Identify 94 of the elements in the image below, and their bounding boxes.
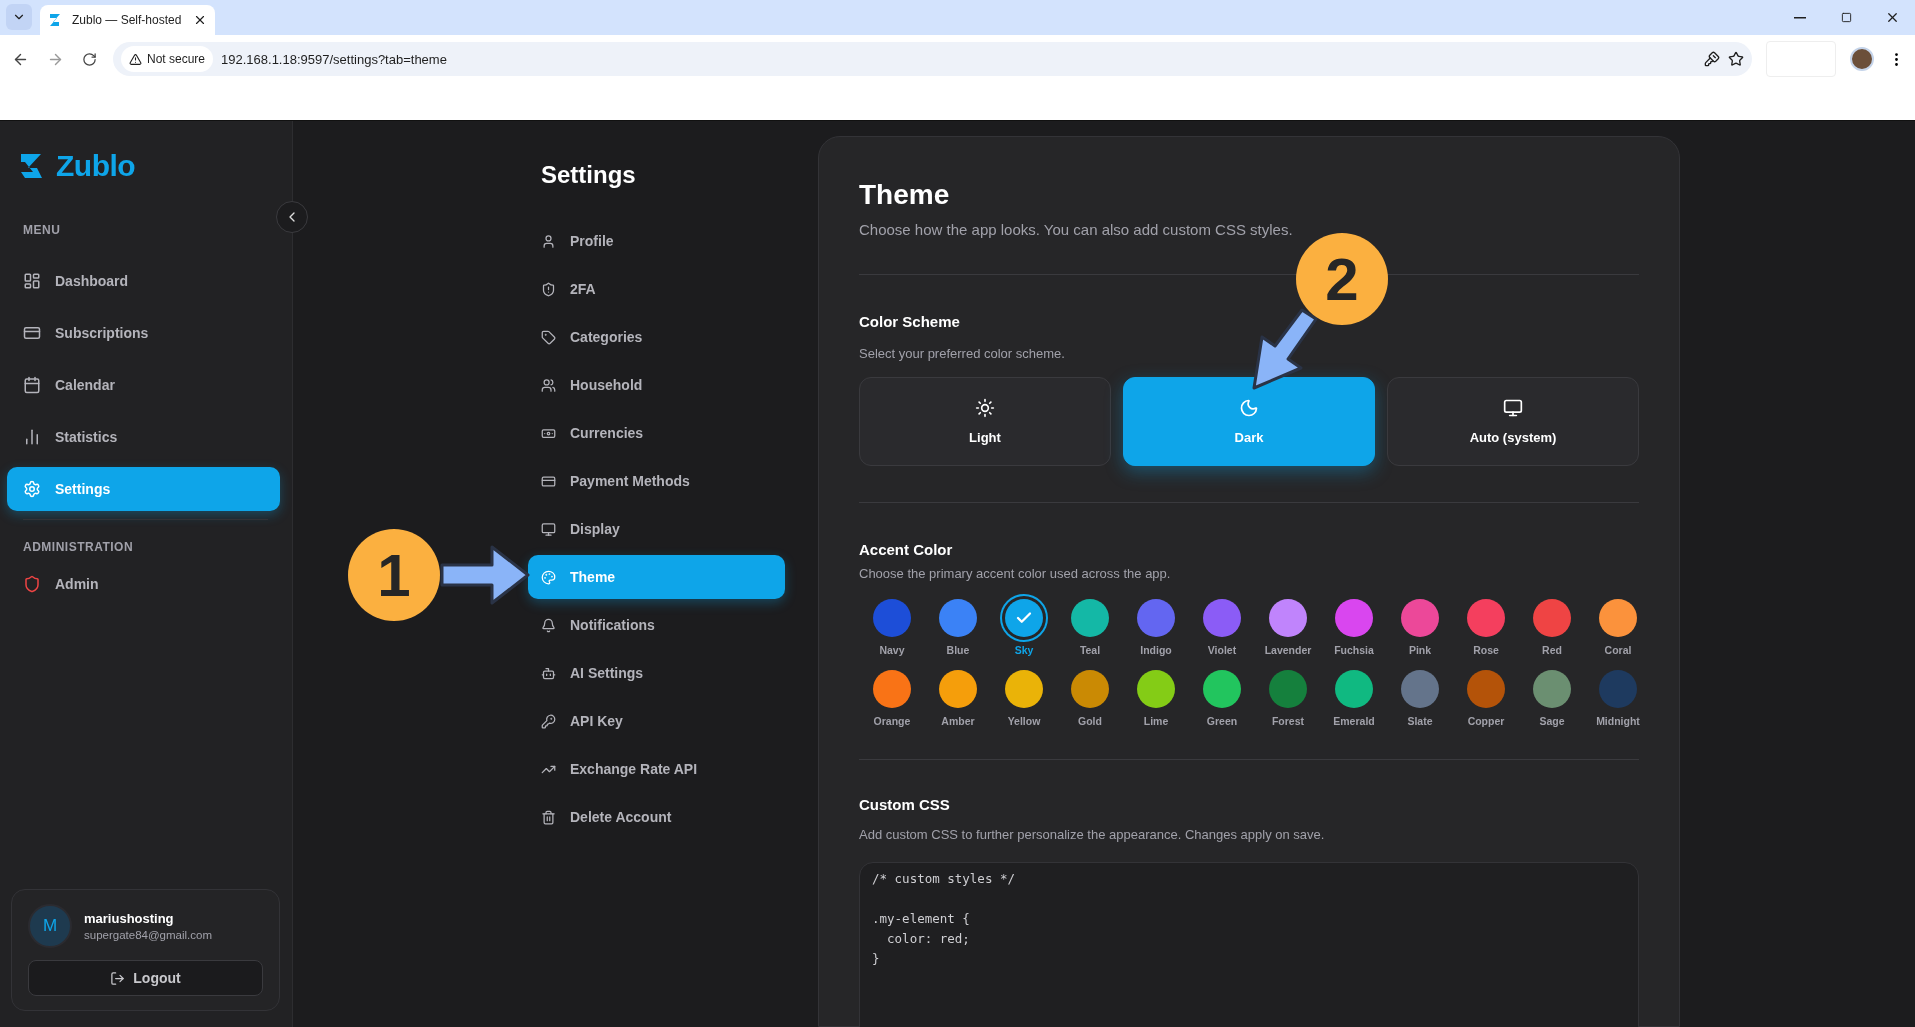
restore-icon (1840, 12, 1852, 23)
moon-icon (1239, 398, 1259, 418)
settings-title: Settings (541, 161, 637, 189)
monitor-icon (1503, 398, 1523, 418)
profile-avatar-icon[interactable] (1850, 47, 1874, 71)
settings-nav-item[interactable]: Display (528, 507, 785, 551)
swatch-label: Blue (946, 644, 970, 656)
page-description: Choose how the app looks. You can also add custom CSS styles. (859, 221, 1294, 238)
logout-button[interactable]: Logout (28, 960, 263, 996)
settings-nav-item[interactable]: Delete Account (528, 795, 785, 839)
tag-icon (541, 329, 556, 345)
swatch-label: Midnight (1596, 715, 1640, 727)
swatch-label: Teal (1079, 644, 1101, 656)
swatch-label: Lavender (1264, 644, 1312, 656)
settings-nav-item[interactable]: AI Settings (528, 651, 785, 695)
swatch-label: Red (1542, 644, 1562, 656)
swatch-label: Pink (1408, 644, 1432, 656)
card-icon (541, 473, 556, 489)
swatch-label: Fuchsia (1334, 644, 1374, 656)
section-heading: MENU (22, 223, 62, 237)
settings-nav-item[interactable]: API Key (528, 699, 785, 743)
swatch-label: Sage (1539, 715, 1565, 727)
tab-list-button[interactable] (6, 4, 32, 30)
swatch-label: Rose (1473, 644, 1499, 656)
user-name: mariushosting (84, 911, 175, 926)
section-description: Add custom CSS to further personalize the appearance. Changes apply on save. (859, 827, 1326, 842)
settings-nav-item[interactable]: Currencies (528, 411, 785, 455)
swatch-label: Orange (873, 715, 911, 727)
bar-chart-icon (23, 428, 41, 446)
section-title: Accent Color (859, 541, 954, 558)
swatch-label: Violet (1207, 644, 1237, 656)
shield-icon (541, 281, 556, 297)
settings-nav-item[interactable]: Household (528, 363, 785, 407)
sidebar-item[interactable]: Subscriptions (7, 311, 280, 355)
shield-icon (23, 575, 41, 593)
password-key-icon[interactable] (1704, 51, 1720, 67)
swatch-label: Yellow (1007, 715, 1041, 727)
swatch-label: Copper (1467, 715, 1505, 727)
section-description: Select your preferred color scheme. (859, 346, 1066, 361)
dashboard-icon (23, 272, 41, 290)
swatch-label: Green (1206, 715, 1238, 727)
warning-icon (129, 52, 142, 66)
browser-tab[interactable]: Zublo — Self-hosted (40, 5, 215, 35)
swatch-label: Amber (941, 715, 975, 727)
swatch-label: Gold (1078, 715, 1102, 727)
swatch-label: Forest (1271, 715, 1305, 727)
settings-icon (23, 480, 41, 498)
swatch-label: Navy (879, 644, 905, 656)
settings-nav-item[interactable]: Exchange Rate API (528, 747, 785, 791)
sidebar-item[interactable]: Dashboard (7, 259, 280, 303)
page-title: Theme (859, 179, 951, 211)
settings-nav-item[interactable]: Payment Methods (528, 459, 785, 503)
swatch-label: Emerald (1333, 715, 1375, 727)
sun-icon (975, 398, 995, 418)
card-icon (23, 324, 41, 342)
trash-icon (541, 809, 556, 825)
user-icon (541, 233, 556, 249)
section-description: Choose the primary accent color used across the app. (859, 566, 1172, 581)
key-icon (541, 713, 556, 729)
swatch-label: Sky (1014, 644, 1034, 656)
palette-icon (541, 569, 556, 585)
app-logo: Zublo (56, 149, 136, 183)
logout-icon (110, 970, 126, 986)
address-bar[interactable]: Not secure 192.168.1.18:9597/settings?tab=theme (113, 42, 1752, 76)
security-chip[interactable]: Not secure (121, 46, 214, 72)
users-icon (541, 377, 556, 393)
section-heading: ADMINISTRATION (22, 540, 135, 554)
settings-nav-item[interactable]: 2FA (528, 267, 785, 311)
sidebar-item[interactable]: Calendar (7, 363, 280, 407)
settings-nav-item[interactable]: Profile (528, 219, 785, 263)
settings-nav-item[interactable]: Notifications (528, 603, 785, 647)
close-icon[interactable] (193, 13, 207, 27)
bookmark-star-icon[interactable] (1728, 51, 1744, 67)
swatch-label: Lime (1143, 715, 1169, 727)
robot-icon (541, 665, 556, 681)
sidebar-item[interactable]: Admin (7, 562, 280, 606)
custom-css-field[interactable]: /* custom styles */ .my-element { color: red; } (859, 862, 1639, 1027)
section-title: Custom CSS (859, 796, 951, 813)
minimize-icon (1794, 16, 1806, 19)
calendar-icon (23, 376, 41, 394)
section-title: Color Scheme (859, 313, 961, 330)
color-scheme-option[interactable]: Light (859, 377, 1111, 466)
collapse-button[interactable] (276, 201, 308, 233)
user-email: supergate84@gmail.com (84, 929, 213, 941)
color-scheme-option[interactable]: Auto (system) (1387, 377, 1639, 466)
user-avatar: M (28, 904, 72, 948)
swatch-label: Coral (1604, 644, 1632, 656)
settings-nav-item[interactable]: Categories (528, 315, 785, 359)
swatch-label: Slate (1407, 715, 1433, 727)
bell-icon (541, 617, 556, 633)
sidebar-item[interactable]: Statistics (7, 415, 280, 459)
step-marker: 1 (348, 529, 440, 621)
swatch-label: Indigo (1140, 644, 1172, 656)
monitor-icon (541, 521, 556, 537)
